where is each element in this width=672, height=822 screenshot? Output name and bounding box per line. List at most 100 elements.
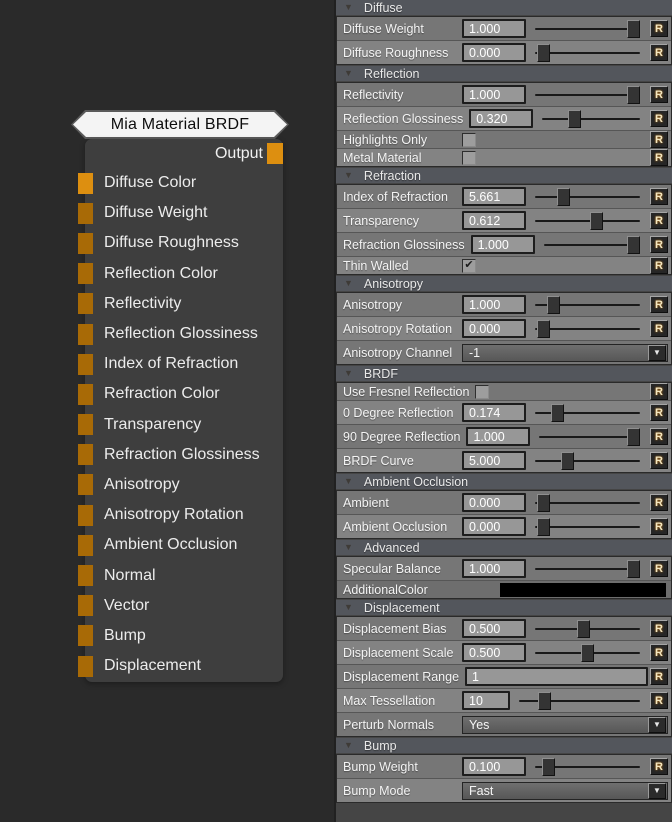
input-connector-diffuse-weight-icon[interactable] (78, 203, 93, 224)
slider-handle[interactable] (590, 212, 603, 230)
slider-anisotropy-rotation[interactable] (535, 319, 640, 339)
slider-track[interactable] (535, 196, 640, 198)
slider-handle[interactable] (581, 644, 594, 662)
reset-button[interactable]: R (650, 110, 668, 127)
slider-track[interactable] (535, 52, 640, 54)
slider-track[interactable] (519, 700, 640, 702)
slider-handle[interactable] (627, 20, 640, 38)
value-field-ambient[interactable]: 0.000 (462, 493, 526, 512)
slider-handle[interactable] (627, 236, 640, 254)
reset-button[interactable]: R (650, 188, 668, 205)
collapse-triangle-icon[interactable]: ▼ (344, 171, 353, 180)
value-field-0-degree-reflection[interactable]: 0.174 (462, 403, 526, 422)
slider-handle[interactable] (557, 188, 570, 206)
slider-handle[interactable] (577, 620, 590, 638)
reset-button[interactable]: R (650, 236, 668, 253)
slider-bump-weight[interactable] (535, 757, 640, 777)
slider-handle[interactable] (627, 560, 640, 578)
slider-handle[interactable] (537, 320, 550, 338)
node-editor-canvas[interactable]: Mia Material BRDF Output Diffuse ColorDi… (0, 0, 334, 822)
value-field-anisotropy[interactable]: 1.000 (462, 295, 526, 314)
reset-button[interactable]: R (650, 692, 668, 709)
slider-handle[interactable] (561, 452, 574, 470)
slider-displacement-scale[interactable] (535, 643, 640, 663)
collapse-triangle-icon[interactable]: ▼ (344, 69, 353, 78)
slider-track[interactable] (539, 436, 640, 438)
slider-specular-balance[interactable] (535, 559, 640, 579)
slider-reflection-glossiness[interactable] (542, 109, 640, 129)
slider-diffuse-weight[interactable] (535, 19, 640, 39)
value-field-brdf-curve[interactable]: 5.000 (462, 451, 526, 470)
section-header-anisotropy[interactable]: ▼Anisotropy (336, 276, 672, 291)
checkbox-use-fresnel-reflection[interactable] (475, 385, 489, 399)
reset-button[interactable]: R (650, 758, 668, 775)
slider-handle[interactable] (627, 86, 640, 104)
chevron-down-icon[interactable]: ▼ (648, 345, 666, 361)
input-connector-diffuse-color-icon[interactable] (78, 173, 93, 194)
input-connector-refraction-color-icon[interactable] (78, 384, 93, 405)
collapse-triangle-icon[interactable]: ▼ (344, 741, 353, 750)
dropdown-bump-mode[interactable]: Fast▼ (462, 782, 668, 800)
slider-90-degree-reflection[interactable] (539, 427, 640, 447)
slider-track[interactable] (535, 94, 640, 96)
reset-button[interactable]: R (650, 560, 668, 577)
slider-ambient-occlusion[interactable] (535, 517, 640, 537)
chevron-down-icon[interactable]: ▼ (648, 783, 666, 799)
slider-handle[interactable] (542, 758, 555, 776)
value-field-transparency[interactable]: 0.612 (462, 211, 526, 230)
slider-brdf-curve[interactable] (535, 451, 640, 471)
input-connector-refraction-glossiness-icon[interactable] (78, 444, 93, 465)
slider-handle[interactable] (538, 692, 551, 710)
section-header-refraction[interactable]: ▼Refraction (336, 168, 672, 183)
input-connector-reflection-glossiness-icon[interactable] (78, 324, 93, 345)
input-connector-vector-icon[interactable] (78, 595, 93, 616)
value-field-displacement-range[interactable]: 1 (465, 667, 648, 686)
value-field-diffuse-roughness[interactable]: 0.000 (462, 43, 526, 62)
checkbox-thin-walled[interactable]: ✔ (462, 259, 476, 273)
reset-button[interactable]: R (650, 518, 668, 535)
slider-track[interactable] (535, 220, 640, 222)
value-field-bump-weight[interactable]: 0.100 (462, 757, 526, 776)
reset-button[interactable]: R (650, 620, 668, 637)
slider-track[interactable] (544, 244, 640, 246)
node-header[interactable]: Mia Material BRDF (71, 110, 289, 139)
slider-refraction-glossiness[interactable] (544, 235, 640, 255)
dropdown-perturb-normals[interactable]: Yes▼ (462, 716, 668, 734)
reset-button[interactable]: R (650, 86, 668, 103)
reset-button[interactable]: R (650, 212, 668, 229)
slider-handle[interactable] (568, 110, 581, 128)
slider-track[interactable] (535, 502, 640, 504)
input-connector-bump-icon[interactable] (78, 625, 93, 646)
slider-handle[interactable] (537, 44, 550, 62)
slider-handle[interactable] (537, 518, 550, 536)
section-header-displacement[interactable]: ▼Displacement (336, 600, 672, 615)
reset-button[interactable]: R (650, 20, 668, 37)
reset-button[interactable]: R (650, 404, 668, 421)
value-field-max-tessellation[interactable]: 10 (462, 691, 510, 710)
input-connector-normal-icon[interactable] (78, 565, 93, 586)
reset-button[interactable]: R (650, 668, 668, 685)
slider-anisotropy[interactable] (535, 295, 640, 315)
collapse-triangle-icon[interactable]: ▼ (344, 477, 353, 486)
dropdown-anisotropy-channel[interactable]: -1▼ (462, 344, 668, 362)
value-field-anisotropy-rotation[interactable]: 0.000 (462, 319, 526, 338)
value-field-index-of-refraction[interactable]: 5.661 (462, 187, 526, 206)
color-swatch-additionalcolor[interactable] (500, 583, 666, 597)
input-connector-diffuse-roughness-icon[interactable] (78, 233, 93, 254)
input-connector-ambient-occlusion-icon[interactable] (78, 535, 93, 556)
slider-track[interactable] (535, 568, 640, 570)
reset-button[interactable]: R (650, 44, 668, 61)
value-field-specular-balance[interactable]: 1.000 (462, 559, 526, 578)
section-header-advanced[interactable]: ▼Advanced (336, 540, 672, 555)
value-field-reflectivity[interactable]: 1.000 (462, 85, 526, 104)
input-connector-anisotropy-icon[interactable] (78, 474, 93, 495)
reset-button[interactable]: R (650, 383, 668, 400)
slider-handle[interactable] (551, 404, 564, 422)
input-connector-displacement-icon[interactable] (78, 656, 93, 677)
collapse-triangle-icon[interactable]: ▼ (344, 279, 353, 288)
slider-diffuse-roughness[interactable] (535, 43, 640, 63)
slider-displacement-bias[interactable] (535, 619, 640, 639)
node-body[interactable]: Output Diffuse ColorDiffuse WeightDiffus… (85, 139, 283, 682)
value-field-refraction-glossiness[interactable]: 1.000 (471, 235, 535, 254)
section-header-diffuse[interactable]: ▼Diffuse (336, 0, 672, 15)
